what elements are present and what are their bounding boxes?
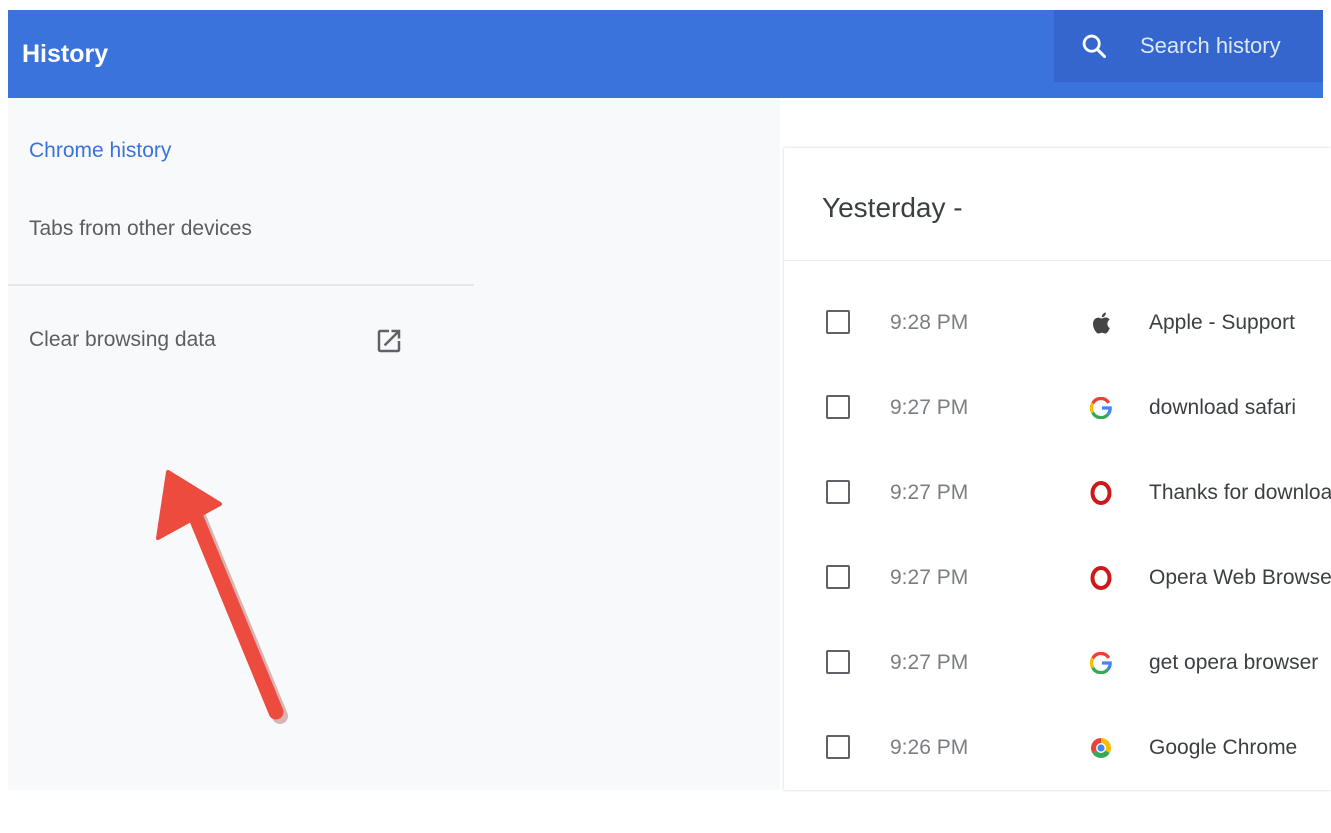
entry-title[interactable]: Opera Web Browser (1149, 566, 1331, 590)
search-input[interactable] (1140, 28, 1320, 64)
entry-time: 9:27 PM (890, 566, 969, 589)
entry-title[interactable]: download safari (1149, 396, 1296, 420)
entry-title[interactable]: Thanks for downloading (1149, 481, 1331, 505)
entry-time: 9:28 PM (890, 311, 969, 334)
clear-browsing-data-link[interactable]: Clear browsing data (29, 328, 216, 352)
entry-checkbox[interactable] (826, 565, 850, 589)
sidebar-divider (8, 284, 474, 286)
entry-title[interactable]: Google Chrome (1149, 736, 1297, 760)
entry-time: 9:27 PM (890, 396, 969, 419)
entry-time: 9:26 PM (890, 736, 969, 759)
sidebar-item-tabs-other-devices[interactable]: Tabs from other devices (29, 217, 252, 241)
entry-checkbox[interactable] (826, 395, 850, 419)
search-box[interactable] (1054, 10, 1323, 82)
history-card: Yesterday - 9:28 PM Apple - Support 9:27… (784, 148, 1331, 790)
entry-checkbox[interactable] (826, 650, 850, 674)
app-header: History (8, 10, 1323, 98)
history-group-title: Yesterday - (822, 192, 963, 223)
open-in-new-icon[interactable] (374, 326, 404, 356)
sidebar-item-chrome-history[interactable]: Chrome history (29, 139, 171, 163)
search-icon[interactable] (1080, 32, 1108, 60)
page-title: History (22, 40, 109, 68)
entry-time: 9:27 PM (890, 651, 969, 674)
entry-checkbox[interactable] (826, 480, 850, 504)
sidebar: Chrome history Tabs from other devices C… (8, 98, 780, 790)
google-icon (1088, 395, 1114, 421)
entry-time: 9:27 PM (890, 481, 969, 504)
red-arrow-annotation (156, 470, 288, 724)
opera-icon (1088, 565, 1114, 591)
google-icon (1088, 650, 1114, 676)
history-entry[interactable]: 9:26 PM Google Chrome (784, 735, 1331, 833)
chrome-icon (1088, 735, 1114, 761)
entry-title[interactable]: Apple - Support (1149, 311, 1295, 335)
entry-title[interactable]: get opera browser (1149, 651, 1318, 675)
history-group-header: Yesterday - (784, 148, 1331, 261)
entry-checkbox[interactable] (826, 735, 850, 759)
entry-checkbox[interactable] (826, 310, 850, 334)
opera-icon (1088, 480, 1114, 506)
apple-icon (1088, 310, 1114, 336)
